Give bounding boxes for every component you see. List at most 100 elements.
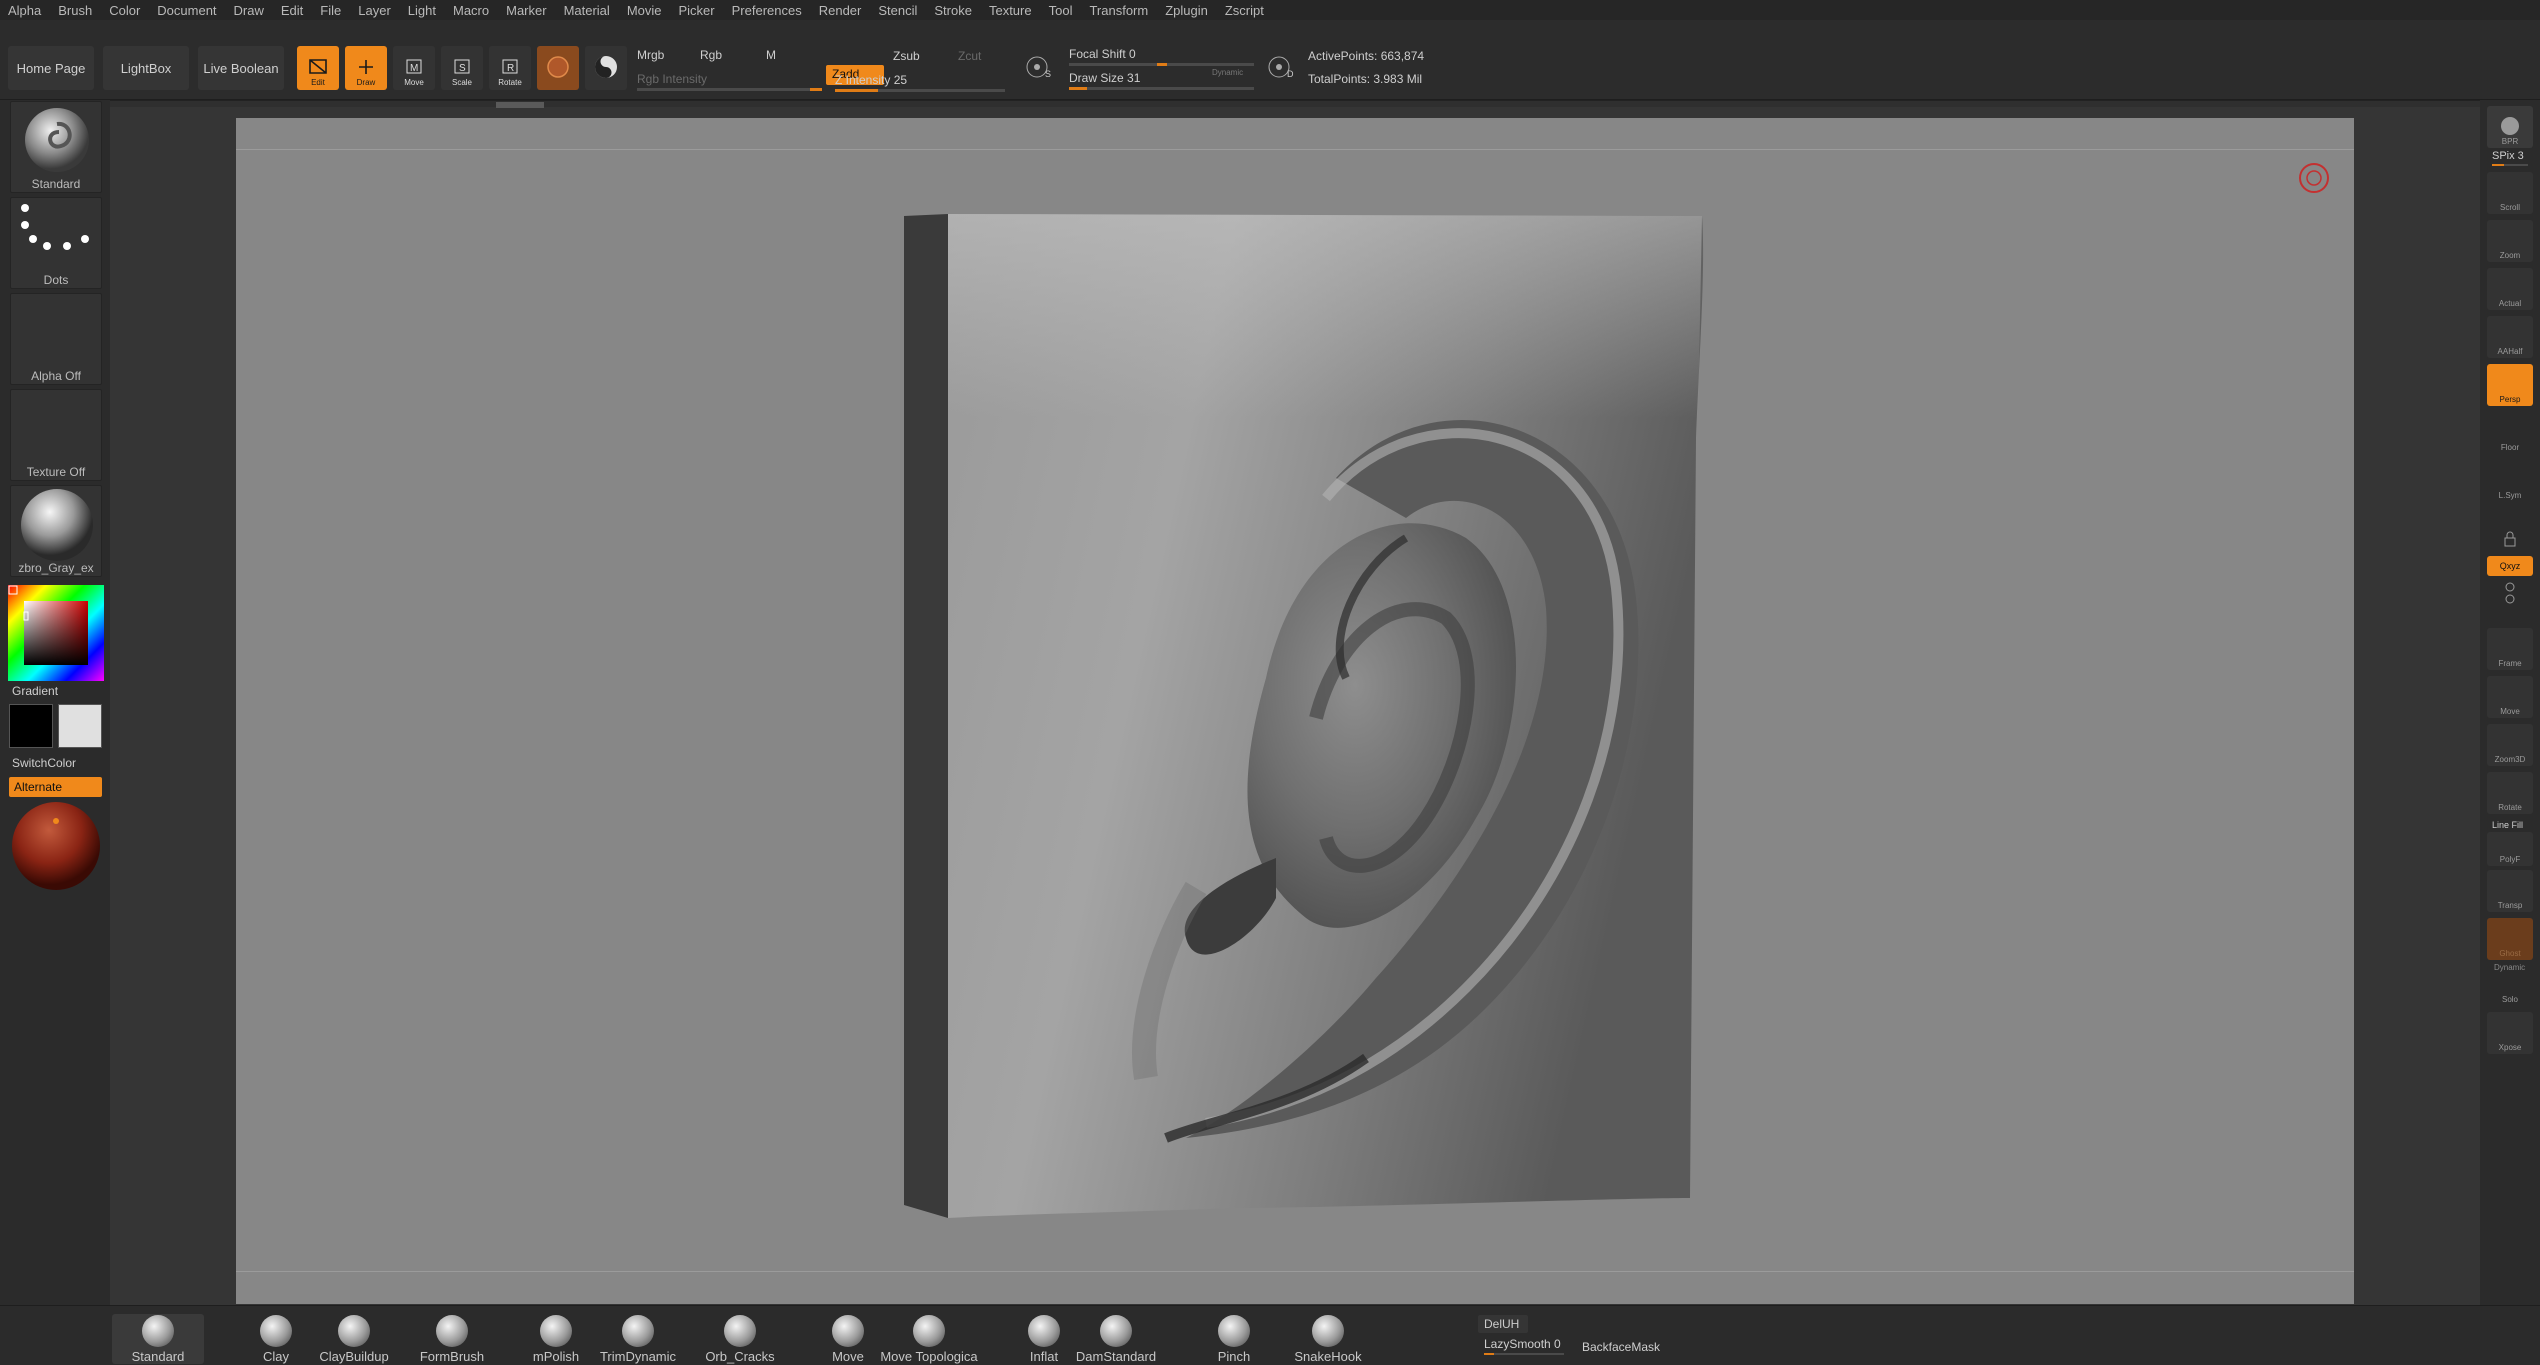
zcut-toggle[interactable]: Zcut [958,49,981,63]
live-boolean-button[interactable]: Live Boolean [198,46,284,90]
z-intensity-slider[interactable] [835,89,1005,92]
menu-zplugin[interactable]: Zplugin [1165,3,1208,18]
color-mode-button[interactable] [585,46,627,90]
menu-picker[interactable]: Picker [679,3,715,18]
move-view-button[interactable]: Move [2487,676,2533,718]
aahalf-button[interactable]: AAHalf [2487,316,2533,358]
brush-standard[interactable]: Standard [112,1314,204,1364]
spix-slider[interactable] [2492,164,2528,166]
zoom-button[interactable]: Zoom [2487,220,2533,262]
scale-tool-button[interactable]: S Scale [441,46,483,90]
frame-button[interactable]: Frame [2487,628,2533,670]
menu-preferences[interactable]: Preferences [732,3,802,18]
menu-texture[interactable]: Texture [989,3,1032,18]
polyf-button[interactable]: PolyF [2487,832,2533,866]
main-color-swatch[interactable] [9,704,53,748]
menu-file[interactable]: File [320,3,341,18]
material-thumbnail[interactable]: zbro_Gray_ex [10,485,102,577]
xpose-button[interactable]: Xpose [2487,1012,2533,1054]
lazy-smooth-slider[interactable] [1484,1353,1564,1355]
menu-light[interactable]: Light [408,3,436,18]
transp-button[interactable]: Transp [2487,870,2533,912]
menu-alpha[interactable]: Alpha [8,3,41,18]
brush-damstandard[interactable]: DamStandard [1076,1314,1156,1364]
canvas-scroll-thumb[interactable] [496,102,544,108]
backface-mask-toggle[interactable]: BackfaceMask [1582,1340,1660,1354]
ear-sculpt-model[interactable] [236,118,2354,1304]
brush-trimdynamic[interactable]: TrimDynamic [598,1314,678,1364]
scroll-button[interactable]: Scroll [2487,172,2533,214]
sculptris-s-button[interactable]: S [1020,46,1058,90]
ghost-button[interactable]: Ghost [2487,918,2533,960]
menu-macro[interactable]: Macro [453,3,489,18]
menu-stroke[interactable]: Stroke [934,3,972,18]
texture-thumbnail[interactable]: Texture Off [10,389,102,481]
alternate-toggle[interactable]: Alternate [9,777,102,797]
draw-tool-button[interactable]: Draw [345,46,387,90]
solo-button[interactable]: Solo [2487,972,2533,1006]
dynamic-d-button[interactable]: D [1262,46,1300,90]
menu-edit[interactable]: Edit [281,3,303,18]
brush-snakehook[interactable]: SnakeHook [1288,1314,1368,1364]
brush-clay[interactable]: Clay [236,1314,316,1364]
move-tool-button[interactable]: M Move [393,46,435,90]
material-mode-button[interactable] [537,46,579,90]
document-canvas[interactable] [236,118,2354,1304]
color-picker[interactable] [8,585,104,681]
persp-button[interactable]: Persp [2487,364,2533,406]
menu-marker[interactable]: Marker [506,3,546,18]
spix-readout[interactable]: SPix 3 [2492,150,2524,162]
brush-orb-cracks[interactable]: Orb_Cracks [700,1314,780,1364]
draw-size-slider[interactable] [1069,87,1254,90]
edit-icon [309,59,327,74]
rotate-axis-button[interactable] [2487,578,2533,608]
focal-shift-slider[interactable] [1069,63,1254,66]
canvas-scroll-track[interactable] [110,101,2480,107]
zoom3d-button[interactable]: Zoom3D [2487,724,2533,766]
alpha-thumbnail[interactable]: Alpha Off [10,293,102,385]
lightbox-button[interactable]: LightBox [103,46,189,90]
delh-button[interactable]: DelUH [1478,1315,1528,1333]
brush-inflat[interactable]: Inflat [1004,1314,1084,1364]
menu-stencil[interactable]: Stencil [878,3,917,18]
lock-button[interactable] [2487,508,2533,550]
menu-color[interactable]: Color [109,3,140,18]
menu-zscript[interactable]: Zscript [1225,3,1264,18]
rgb-toggle[interactable]: Rgb [700,48,722,62]
menu-brush[interactable]: Brush [58,3,92,18]
bpr-button[interactable]: BPR [2487,106,2533,148]
brush-formbrush[interactable]: FormBrush [412,1314,492,1364]
rotate-view-button[interactable]: Rotate [2487,772,2533,814]
edit-tool-button[interactable]: Edit [297,46,339,90]
actual-button[interactable]: Actual [2487,268,2533,310]
menu-render[interactable]: Render [819,3,862,18]
menu-draw[interactable]: Draw [234,3,264,18]
rotate-tool-button[interactable]: R Rotate [489,46,531,90]
menu-tool[interactable]: Tool [1049,3,1073,18]
sphere-preview-icon[interactable] [10,800,102,892]
secondary-color-swatch[interactable] [58,704,102,748]
brush-claybuildup[interactable]: ClayBuildup [314,1314,394,1364]
stroke-thumbnail[interactable]: Dots [10,197,102,289]
zsub-toggle[interactable]: Zsub [893,49,920,63]
floor-button[interactable]: Floor [2487,412,2533,454]
rgb-intensity-slider[interactable] [637,88,822,91]
menu-document[interactable]: Document [157,3,216,18]
menu-movie[interactable]: Movie [627,3,662,18]
xyz-toggle[interactable]: Qxyz [2487,556,2533,576]
menu-material[interactable]: Material [564,3,610,18]
mrgb-toggle[interactable]: Mrgb [637,48,664,62]
menu-transform[interactable]: Transform [1089,3,1148,18]
brush-pinch[interactable]: Pinch [1194,1314,1274,1364]
switch-color-button[interactable]: SwitchColor [12,756,76,770]
m-toggle[interactable]: M [766,48,776,62]
lsym-button[interactable]: L.Sym [2487,460,2533,502]
home-page-button[interactable]: Home Page [8,46,94,90]
brush-move-topologica[interactable]: Move Topologica [876,1314,982,1364]
menu-layer[interactable]: Layer [358,3,391,18]
brush-thumbnail[interactable]: Standard [10,101,102,193]
brush-mpolish[interactable]: mPolish [516,1314,596,1364]
gradient-toggle[interactable]: Gradient [12,684,58,698]
dynamic-toggle[interactable]: Dynamic [1212,68,1243,77]
rgb-intensity-slider-label[interactable]: Rgb Intensity [637,72,707,86]
